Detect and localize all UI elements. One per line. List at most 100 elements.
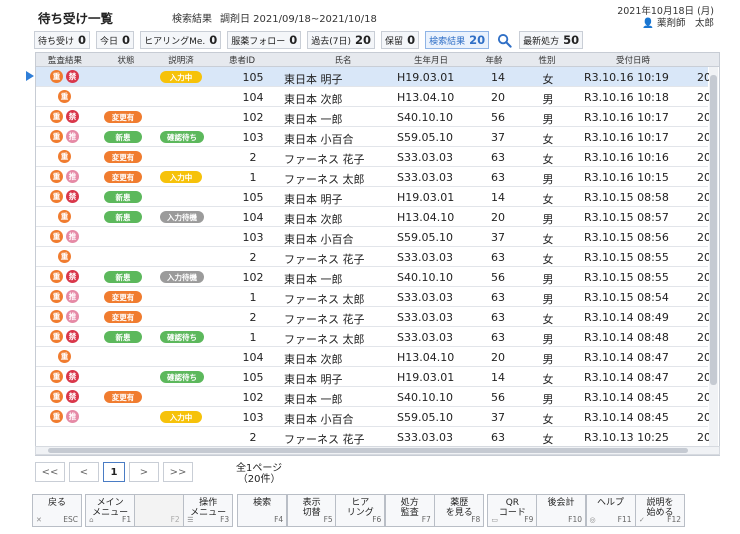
function-key-f12[interactable]: 説明を 始める F12 ✓ bbox=[635, 494, 685, 527]
table-row[interactable]: 重推 103 東日本 小百合 S59.05.10 37 女 R3.10.15 08:56 20 bbox=[36, 227, 711, 247]
table-row[interactable]: 重禁 確認待ち 105 東日本 明子 H19.03.01 14 女 R3.10.14 08:4… bbox=[36, 367, 711, 387]
patient-id: 105 bbox=[242, 371, 264, 384]
birth-date: S33.03.03 bbox=[397, 311, 453, 324]
function-key-f2[interactable]: F2 bbox=[133, 494, 184, 527]
scroll-thumb[interactable] bbox=[710, 75, 717, 385]
column-header[interactable]: 監査結果 bbox=[40, 54, 90, 66]
filter-button[interactable]: 過去(7日) 20 bbox=[307, 31, 376, 49]
filter-button[interactable]: 今日 0 bbox=[96, 31, 135, 49]
patient-sex: 男 bbox=[542, 273, 554, 286]
audit-badge: 重 bbox=[50, 190, 63, 203]
patient-name: 東日本 一郎 bbox=[284, 393, 343, 406]
filter-button[interactable]: 待ち受け 0 bbox=[34, 31, 91, 49]
table-row[interactable]: 重禁新患 105 東日本 明子 H19.03.01 14 女 R3.10.15 08:58 2… bbox=[36, 187, 711, 207]
current-page-button[interactable]: 1 bbox=[103, 462, 125, 482]
patient-sex: 女 bbox=[542, 193, 554, 206]
table-row[interactable]: 重推 変更有 1 ファーネス 太郎 S33.03.03 63 男 R3.10.15 08:54… bbox=[36, 287, 711, 307]
table-row[interactable]: 重推 新患 確認待ち 103 東日本 小百合 S59.05.10 37 女 R3.10.16 1… bbox=[36, 127, 711, 147]
first-page-button[interactable]: << bbox=[35, 462, 65, 482]
function-key-f11[interactable]: ヘルプ F11 ◎ bbox=[585, 494, 636, 527]
audit-badge: 重 bbox=[50, 270, 63, 283]
table-row[interactable]: 重禁 新患 確認待ち 1 ファーネス 太郎 S33.03.03 63 男 R3.10.14 08… bbox=[36, 327, 711, 347]
explanation-badge: 入力待機 bbox=[160, 211, 204, 223]
table-row[interactable]: 重 2 ファーネス 花子 S33.03.03 63 女 R3.10.15 08:55 20 bbox=[36, 247, 711, 267]
table-row[interactable]: 重禁 変更有 102 東日本 一郎 S40.10.10 56 男 R3.10.14 08:45… bbox=[36, 387, 711, 407]
function-key-label: 検索 bbox=[253, 498, 272, 508]
patient-id: 2 bbox=[249, 431, 257, 444]
status-badge: 新患 bbox=[104, 191, 142, 203]
audit-badge: 禁 bbox=[66, 190, 79, 203]
birth-date: S40.10.10 bbox=[397, 391, 453, 404]
function-key-f5[interactable]: 表示 切替 F5 bbox=[286, 494, 337, 527]
function-key-label: ヘルプ bbox=[596, 498, 624, 508]
table-row[interactable]: 重禁 新患 入力待機 102 東日本 一郎 S40.10.10 56 男 R3.10.15 08… bbox=[36, 267, 711, 287]
patient-age: 63 bbox=[491, 151, 505, 164]
function-key-f6[interactable]: ヒア リング F6 bbox=[335, 494, 386, 527]
filter-button[interactable]: 検索結果 20 bbox=[425, 31, 490, 49]
patient-age: 14 bbox=[491, 371, 505, 384]
filter-button[interactable]: 服薬フォロー 0 bbox=[227, 31, 302, 49]
column-header[interactable]: 受付日時 bbox=[568, 54, 698, 66]
patient-id: 102 bbox=[242, 271, 264, 284]
patient-age: 37 bbox=[491, 231, 505, 244]
function-key-f3[interactable]: 操作 メニュー F3 ☰ bbox=[183, 494, 234, 527]
patient-name: 東日本 次郎 bbox=[284, 353, 343, 366]
audit-badge: 重 bbox=[58, 250, 71, 263]
search-result-label: 検索結果 bbox=[172, 14, 212, 25]
table-row[interactable]: 重 104 東日本 次郎 H13.04.10 20 男 R3.10.14 08:47 20 bbox=[36, 347, 711, 367]
patient-sex: 男 bbox=[542, 173, 554, 186]
patient-id: 1 bbox=[249, 331, 257, 344]
column-header[interactable]: 患者ID bbox=[222, 54, 262, 66]
table-row[interactable]: 重推 変更有 2 ファーネス 花子 S33.03.03 63 女 R3.10.14 08:49… bbox=[36, 307, 711, 327]
column-header[interactable]: 氏名 bbox=[298, 54, 388, 66]
table-row[interactable]: 重禁 入力中 105 東日本 明子 H19.03.01 14 女 R3.10.16 10:19… bbox=[36, 67, 711, 87]
next-page-button[interactable]: > bbox=[129, 462, 159, 482]
date-range: 調剤日 2021/09/18~2021/10/18 bbox=[220, 14, 377, 25]
filter-button[interactable]: 最新処方 50 bbox=[519, 31, 584, 49]
column-header[interactable]: 年齢 bbox=[480, 54, 508, 66]
status-badge: 変更有 bbox=[104, 111, 142, 123]
table-row[interactable]: 重推 入力中 103 東日本 小百合 S59.05.10 37 女 R3.10.14 08:4… bbox=[36, 407, 711, 427]
table-row[interactable]: 重推 変更有 入力中 1 ファーネス 太郎 S33.03.03 63 男 R3.10.16 10… bbox=[36, 167, 711, 187]
patient-sex: 女 bbox=[542, 133, 554, 146]
table-row[interactable]: 重 104 東日本 次郎 H13.04.10 20 男 R3.10.16 10:18 20 bbox=[36, 87, 711, 107]
patient-age: 63 bbox=[491, 171, 505, 184]
patient-name: ファーネス 太郎 bbox=[284, 293, 365, 306]
function-key-f10[interactable]: 後会計 F10 bbox=[536, 494, 586, 527]
patient-name: ファーネス 太郎 bbox=[284, 333, 365, 346]
table-row[interactable]: 2 ファーネス 花子 S33.03.03 63 女 R3.10.13 10:25 20 bbox=[36, 427, 711, 447]
patient-age: 63 bbox=[491, 431, 505, 444]
function-key-f4[interactable]: 検索 F4 bbox=[237, 494, 288, 527]
birth-date: S33.03.03 bbox=[397, 291, 453, 304]
table-row[interactable]: 重禁 変更有 102 東日本 一郎 S40.10.10 56 男 R3.10.16 10:17… bbox=[36, 107, 711, 127]
column-header[interactable]: 生年月日 bbox=[396, 54, 466, 66]
filter-label: ヒアリングMe. bbox=[144, 36, 206, 47]
filter-button[interactable]: 保留 0 bbox=[381, 31, 420, 49]
patient-age: 56 bbox=[491, 271, 505, 284]
column-header[interactable]: 状態 bbox=[112, 54, 140, 66]
prev-page-button[interactable]: < bbox=[69, 462, 99, 482]
birth-date: H19.03.01 bbox=[397, 371, 455, 384]
reception-time: R3.10.14 08:47 bbox=[584, 351, 669, 364]
vertical-scrollbar[interactable] bbox=[709, 67, 718, 455]
user-icon: 👤 bbox=[642, 18, 654, 29]
table-row[interactable]: 重変更有 2 ファーネス 花子 S33.03.03 63 女 R3.10.16 10:16 2… bbox=[36, 147, 711, 167]
search-icon[interactable] bbox=[495, 31, 513, 49]
function-key-f7[interactable]: 処方 監査 F7 bbox=[384, 494, 435, 527]
column-header[interactable]: 説明済 bbox=[158, 54, 204, 66]
audit-badge: 推 bbox=[66, 410, 79, 423]
last-page-button[interactable]: >> bbox=[163, 462, 193, 482]
reception-time: R3.10.14 08:48 bbox=[584, 331, 669, 344]
function-key-f9[interactable]: QR コード F9 ▭ bbox=[487, 494, 538, 527]
filter-button[interactable]: ヒアリングMe. 0 bbox=[140, 31, 222, 49]
function-key-f1[interactable]: メイン メニュー F1 ⌂ bbox=[85, 494, 136, 527]
function-key-esc[interactable]: 戻る ESC ✕ bbox=[32, 494, 82, 527]
function-key-f8[interactable]: 薬歴 を見る F8 bbox=[434, 494, 485, 527]
explanation-badge: 確認待ち bbox=[160, 331, 204, 343]
patient-name: 東日本 一郎 bbox=[284, 273, 343, 286]
filter-label: 待ち受け bbox=[38, 36, 75, 47]
table-row[interactable]: 重 新患 入力待機 104 東日本 次郎 H13.04.10 20 男 R3.10.15 08:… bbox=[36, 207, 711, 227]
horizontal-scroll-thumb[interactable] bbox=[48, 448, 688, 453]
horizontal-scrollbar[interactable] bbox=[35, 446, 720, 455]
column-header[interactable]: 性別 bbox=[532, 54, 562, 66]
